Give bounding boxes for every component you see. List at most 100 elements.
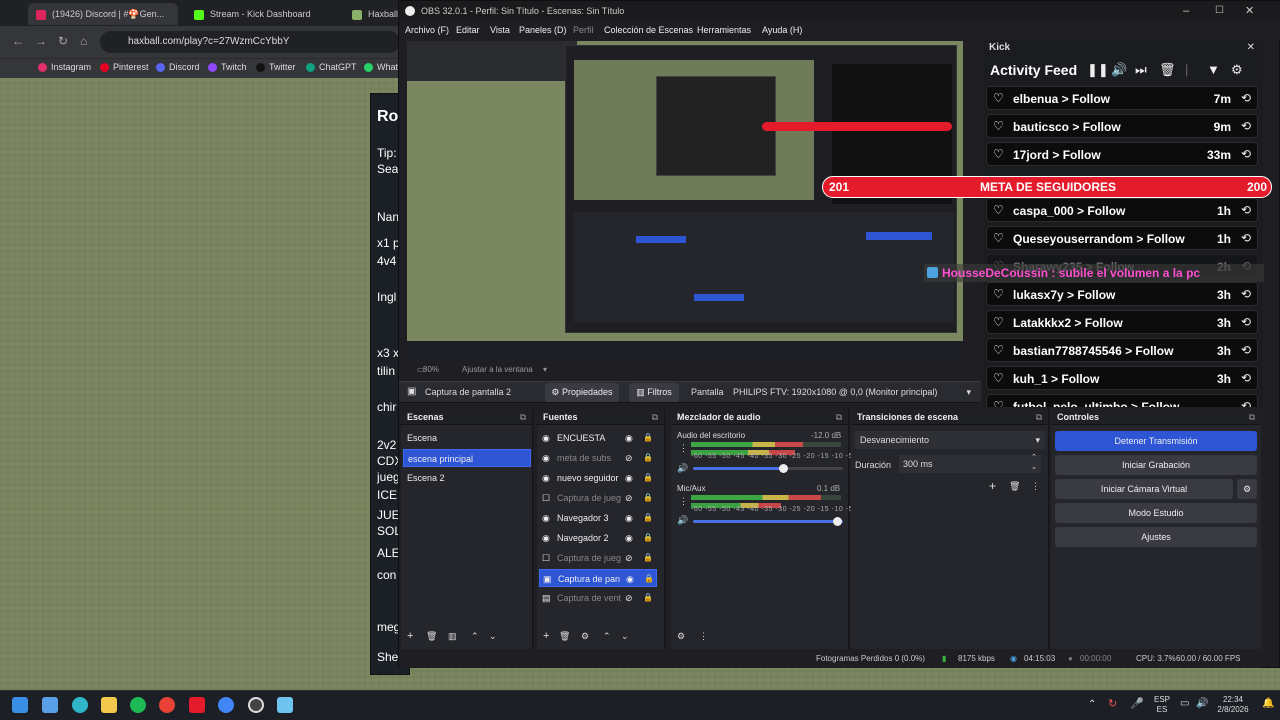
eye-slash-icon[interactable]: ⊘ (625, 589, 633, 607)
zoom-mode-select[interactable]: Ajustar a la ventana (462, 365, 533, 374)
browser-tab-haxball[interactable]: Haxball Pl (344, 3, 400, 25)
mixer-settings-icon[interactable]: ⚙ (677, 631, 685, 642)
popout-icon[interactable]: ⧉ (1249, 409, 1255, 425)
lock-icon[interactable]: 🔒 (643, 449, 653, 467)
trash-icon[interactable]: 🗑 (559, 631, 570, 642)
replay-icon[interactable]: ⟲ (1241, 203, 1251, 217)
kebab-menu-icon[interactable]: ⋮ (679, 496, 688, 507)
pause-icon[interactable]: ❚❚ (1087, 62, 1109, 78)
menu-paneles[interactable]: Paneles (D) (519, 25, 567, 35)
volume-slider-knob[interactable] (833, 517, 842, 526)
eye-slash-icon[interactable]: ⊘ (625, 449, 633, 467)
menu-herramientas[interactable]: Herramientas (697, 25, 751, 35)
trash-icon[interactable]: 🗑 (1159, 62, 1176, 78)
add-transition-icon[interactable]: + (989, 479, 996, 493)
move-down-icon[interactable]: ⌄ (489, 631, 497, 642)
obs-preview-canvas[interactable] (407, 41, 963, 359)
trash-icon[interactable]: 🗑 (426, 631, 437, 642)
replay-icon[interactable]: ⟲ (1241, 147, 1251, 161)
home-icon[interactable]: ⌂ (80, 34, 87, 48)
app-icon[interactable] (189, 697, 205, 713)
replay-icon[interactable]: ⟲ (1241, 315, 1251, 329)
chevron-down-icon[interactable]: ▾ (543, 365, 547, 374)
bookmark-discord[interactable]: Discord (156, 62, 200, 73)
bookmark-pinterest[interactable]: Pinterest (100, 62, 149, 73)
maximize-icon[interactable]: ☐ (1215, 1, 1224, 21)
source-item[interactable]: ▤ Captura de vent ⊘ 🔒 (539, 589, 657, 607)
popout-icon[interactable]: ⧉ (652, 409, 658, 425)
add-source-icon[interactable]: + (543, 630, 549, 642)
scene-item[interactable]: Escena 2 (403, 469, 531, 487)
bookmark-instagram[interactable]: Instagram (38, 62, 91, 73)
notepad-icon[interactable] (277, 697, 293, 713)
start-recording-button[interactable]: Iniciar Grabación (1055, 455, 1257, 475)
replay-icon[interactable]: ⟲ (1241, 119, 1251, 133)
volume-icon[interactable]: 🔊 (1111, 62, 1127, 78)
lock-icon[interactable]: 🔒 (643, 529, 653, 547)
move-up-icon[interactable]: ⌃ (471, 631, 479, 642)
menu-coleccion-escenas[interactable]: Colección de Escenas (604, 25, 693, 35)
stop-stream-button[interactable]: Detener Transmisión (1055, 431, 1257, 451)
skip-icon[interactable]: ⏭ (1135, 62, 1147, 78)
eye-slash-icon[interactable]: ⊘ (625, 549, 633, 567)
virtual-camera-settings-icon[interactable]: ⚙ (1237, 479, 1257, 499)
speaker-icon[interactable]: 🔊 (677, 463, 688, 474)
spotify-icon[interactable] (130, 697, 146, 713)
stepper-icon[interactable]: ⌃ ⌄ (1031, 453, 1037, 473)
transition-select[interactable]: Desvanecimiento ▾ (855, 431, 1045, 449)
eye-icon[interactable]: ◉ (626, 570, 634, 586)
menu-editar[interactable]: Editar (456, 25, 480, 35)
lock-icon[interactable]: 🔒 (643, 469, 653, 487)
eye-icon[interactable]: ◉ (625, 529, 633, 547)
source-item[interactable]: ◉ Navegador 3 ◉ 🔒 (539, 509, 657, 527)
replay-icon[interactable]: ⟲ (1241, 371, 1251, 385)
source-item[interactable]: ☐ Captura de jueg ⊘ 🔒 (539, 489, 657, 507)
move-up-icon[interactable]: ⌃ (603, 631, 611, 642)
language-indicator[interactable]: ESP ES (1152, 695, 1172, 715)
lock-icon[interactable]: 🔒 (643, 429, 653, 447)
notification-bell-icon[interactable]: 🔔 (1262, 699, 1274, 709)
trash-icon[interactable]: 🗑 (1009, 481, 1020, 492)
kebab-menu-icon[interactable]: ⋮ (679, 443, 688, 454)
add-scene-icon[interactable]: + (407, 630, 413, 642)
address-bar[interactable]: haxball.com/play?c=27WzmCcYbbY (100, 31, 400, 53)
browser-tab-discord[interactable]: (19426) Discord | #🍄Gen... (28, 3, 178, 25)
start-icon[interactable] (12, 697, 28, 713)
close-icon[interactable]: ✕ (1247, 40, 1255, 56)
bookmark-chatgpt[interactable]: ChatGPT (306, 62, 357, 73)
menu-perfil[interactable]: Perfil (573, 25, 594, 35)
task-view-icon[interactable] (42, 697, 58, 713)
eye-slash-icon[interactable]: ⊘ (625, 489, 633, 507)
eye-icon[interactable]: ◉ (625, 469, 633, 487)
network-sync-icon[interactable]: ↻ (1108, 699, 1117, 710)
replay-icon[interactable]: ⟲ (1241, 287, 1251, 301)
bookmark-twitch[interactable]: Twitch (208, 62, 247, 73)
reload-icon[interactable]: ↻ (58, 34, 68, 48)
source-item[interactable]: ◉ nuevo seguidor ◉ 🔒 (539, 469, 657, 487)
move-down-icon[interactable]: ⌄ (621, 631, 629, 642)
scene-item[interactable]: Escena (403, 429, 531, 447)
replay-icon[interactable]: ⟲ (1241, 399, 1251, 407)
chrome-icon[interactable] (159, 697, 175, 713)
replay-icon[interactable]: ⟲ (1241, 231, 1251, 245)
menu-archivo[interactable]: Archivo (F) (405, 25, 449, 35)
duration-input[interactable]: 300 ms ⌃ ⌄ (899, 453, 1041, 473)
gear-icon[interactable]: ⚙ (1231, 62, 1243, 78)
lock-icon[interactable]: 🔒 (643, 509, 653, 527)
popout-icon[interactable]: ⧉ (836, 409, 842, 425)
chevron-up-icon[interactable]: ⌃ (1088, 700, 1096, 710)
source-item[interactable]: ◉ meta de subs ⊘ 🔒 (539, 449, 657, 467)
eye-icon[interactable]: ◉ (625, 509, 633, 527)
start-virtual-camera-button[interactable]: Iniciar Cámara Virtual (1055, 479, 1233, 499)
lock-icon[interactable]: 🔒 (644, 570, 654, 586)
bookmark-twitter[interactable]: Twitter (256, 62, 296, 73)
kebab-menu-icon[interactable]: ⋮ (699, 631, 708, 642)
scene-item-selected[interactable]: escena principal (403, 449, 531, 467)
popout-icon[interactable]: ⧉ (1036, 409, 1042, 425)
scene-filter-icon[interactable]: ▥ (448, 631, 457, 642)
back-icon[interactable]: ← (12, 34, 24, 48)
bookmark-whatsapp[interactable]: Whats (364, 62, 403, 73)
gear-icon[interactable]: ⚙ (581, 631, 589, 642)
clock[interactable]: 22:34 2/8/2026 (1214, 695, 1252, 715)
obs-taskbar-icon[interactable] (248, 697, 264, 713)
